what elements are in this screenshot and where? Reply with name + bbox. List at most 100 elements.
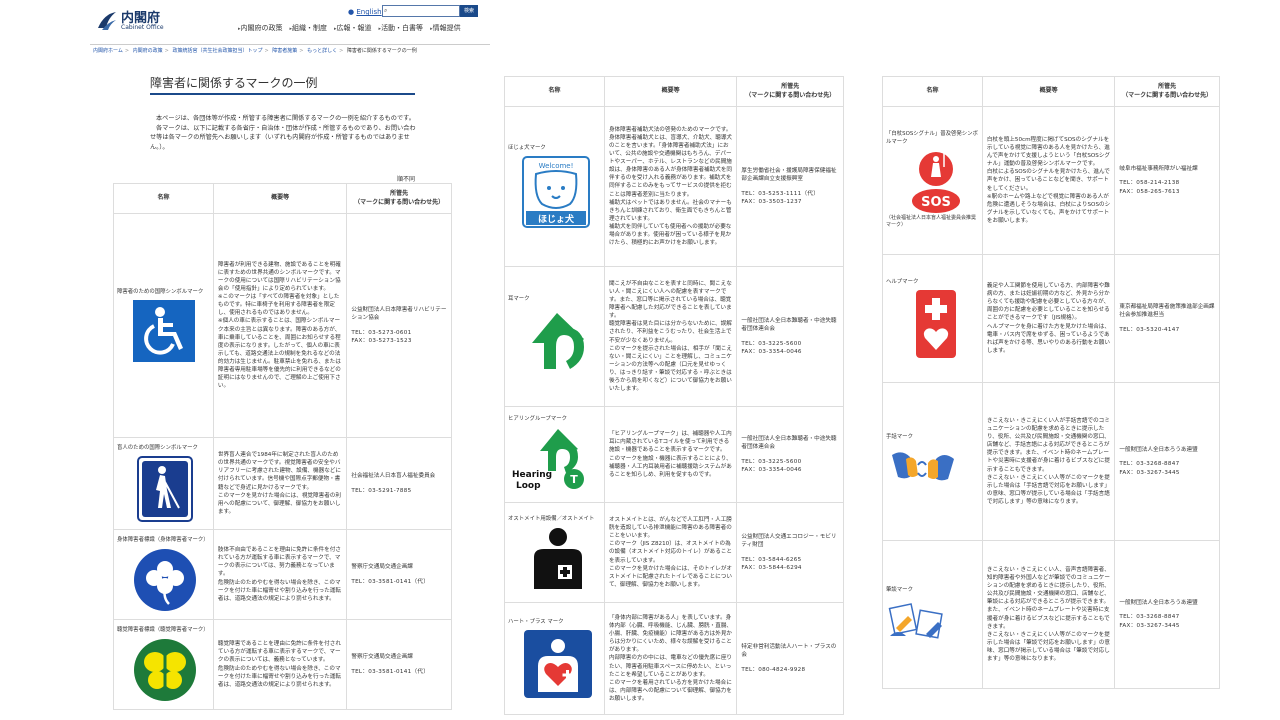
mark-desc: オストメイトとは、がんなどで人工肛門・人工膀胱を造設している排泄機能に障害のある… xyxy=(603,502,738,603)
mark-desc: 肢体不自由であることを理由に免許に条件を付されている方が運転する車に表示するマー… xyxy=(212,529,348,620)
mark-cell: 盲人のための国際シンボルマーク xyxy=(113,437,214,530)
cabinet-office-logo[interactable]: 内閣府 Cabinet Office xyxy=(96,10,164,32)
mark-name: 「白杖SOSシグナル」普及啓発シンボルマーク xyxy=(886,131,978,146)
table-row: オストメイト用設備／オストメイト オストメイトとは、がんなどで人工肛門・人工膀胱… xyxy=(504,502,844,603)
intro-paragraph-2: 各マークは、以下に記載する各省庁・自治体・団体が作成・所管するものであり、お問い… xyxy=(150,124,416,151)
breadcrumb-shogaisha[interactable]: 障害者施策 xyxy=(272,48,297,54)
contact-tel: TEL：03-3225-5600 xyxy=(741,458,802,465)
dog-mark-label-top: Welcome! xyxy=(539,162,574,170)
mark-desc: 世界盲人連合で1984年に制定された盲人のための世界共通のマークです。視覚障害者… xyxy=(212,437,348,530)
title-underline xyxy=(150,93,415,95)
contact-tel: TEL：03-3268-8847 xyxy=(1119,461,1180,468)
mark-contact: 一般社団法人全日本難聴者・中途失聴者団体連合会 TEL：03-3225-5600… xyxy=(736,406,844,503)
logo-title: 内閣府 xyxy=(121,10,161,26)
logo-subtitle: Cabinet Office xyxy=(121,23,164,31)
contact-org: 社会福祉法人日本盲人福祉委員会 xyxy=(351,473,436,480)
english-link[interactable]: ● English xyxy=(348,8,382,16)
help-mark-icon xyxy=(916,290,956,359)
contact-fax: FAX：03-5273-1523 xyxy=(351,337,412,344)
contact-org: 公益財団法人日本障害者リハビリテーション協会 xyxy=(351,307,447,322)
table-header-row: 名称 概要等 所管先 （マークに関する問い合わせ先） xyxy=(882,76,1220,107)
wheelchair-icon xyxy=(133,300,195,363)
mark-name: 盲人のための国際シンボルマーク xyxy=(117,444,198,451)
contact-org: 一般社団法人全日本難聴者・中途失聴者団体連合会 xyxy=(741,318,837,333)
table-header-row: 名称 概要等 所管先 （マークに関する問い合わせ先） xyxy=(504,76,844,107)
table-row: 「白杖SOSシグナル」普及啓発シンボルマーク SOS （社会福祉法人日本盲人福祉… xyxy=(882,106,1220,255)
contact-org: 一般財団法人全日本ろうあ連盟 xyxy=(1119,447,1198,454)
table-row: ヘルプマーク 義足や人工関節を使用している方、内部障害や難病の方、または妊娠初期… xyxy=(882,254,1220,383)
search-button[interactable]: 検索 xyxy=(460,5,478,17)
mark-contact: 一般財団法人全日本ろうあ連盟 TEL：03-3268-8847 FAX：03-3… xyxy=(1114,382,1220,541)
mark-name: ヘルプマーク xyxy=(886,278,919,285)
contact-tel: TEL：03-5291-7885 xyxy=(351,487,412,494)
nav-item-press[interactable]: ▸広報・報道 xyxy=(334,23,372,33)
contact-tel: TEL：058-214-2138 xyxy=(1119,180,1180,187)
writing-communication-icon xyxy=(888,603,943,640)
breadcrumb-more[interactable]: もっと詳しく xyxy=(307,48,337,54)
nav-item-information[interactable]: ▸情報提供 xyxy=(430,23,461,33)
mark-cell: ヒアリングループマーク T Hearing Loop xyxy=(504,406,605,503)
mark-contact: 岐阜市福祉事務所障がい福祉課 TEL：058-214-2138 FAX：058-… xyxy=(1114,106,1220,255)
contact-tel: TEL：080-4824-9928 xyxy=(741,666,806,673)
mark-contact: 警察庁交通局交通企画課 TEL：03-3581-0141（代） xyxy=(346,619,452,710)
header-desc: 概要等 xyxy=(212,183,348,214)
breadcrumb-home[interactable]: 内閣府ホーム xyxy=(93,48,123,54)
logo-mark-icon xyxy=(98,12,116,30)
mark-desc: 身体障害者補助犬法の啓発のためのマークです。 身体障害者補助犬とは、盲導犬、介助… xyxy=(603,106,738,267)
nav-item-policy[interactable]: ▸内閣府の政策 xyxy=(238,23,283,33)
contact-tel: TEL：03-5844-6265 xyxy=(741,556,802,563)
dog-face-icon: Welcome! ほじょ犬 xyxy=(522,156,590,229)
blind-person-icon xyxy=(137,456,193,523)
ostomate-icon xyxy=(534,528,582,590)
contact-org: 一般財団法人全日本ろうあ連盟 xyxy=(1119,600,1198,607)
mark-desc: 聴覚障害であることを理由に免許に条件を付されている方が運転する車に表示するマーク… xyxy=(212,619,348,710)
mark-name: 手話マーク xyxy=(886,433,913,440)
contact-tel: TEL：03-3581-0141（代） xyxy=(351,578,430,585)
mark-desc: 義足や人工関節を使用している方、内部障害や難病の方、または妊娠初期の方など、外見… xyxy=(981,254,1116,383)
contact-tel: TEL：03-5273-0601 xyxy=(351,329,412,336)
contact-org: 警察庁交通局交通企画課 xyxy=(351,654,413,661)
mark-cell: ハート・プラス マーク xyxy=(504,602,605,715)
contact-fax: FAX：03-3503-1237 xyxy=(741,198,802,205)
table-row: 手話マーク きこえない・きこえにくい人が手話言語でのコミュニケーションの配慮を求… xyxy=(882,382,1220,541)
mark-contact: 東京都福祉局障害者施策推進部企画課社会参加推進担当 TEL：03-5320-41… xyxy=(1114,254,1220,383)
nav-item-organization[interactable]: ▸組織・制度 xyxy=(290,23,328,33)
heart-plus-icon xyxy=(524,630,592,699)
mark-desc: 「ヒアリングループマーク」は、補聴器や人工内耳に内蔵されているTコイルを使って利… xyxy=(603,406,738,503)
contact-tel: TEL：03-5253-1111（代） xyxy=(741,190,820,197)
header-desc: 概要等 xyxy=(981,76,1116,107)
table-row: ほじょ犬マーク Welcome! ほじょ犬 身体障害者補助犬法の啓発のためのマー… xyxy=(504,106,844,267)
contact-tel: TEL：03-3225-5600 xyxy=(741,340,802,347)
contact-org: 東京都福祉局障害者施策推進部企画課社会参加推進担当 xyxy=(1119,304,1215,319)
mark-name: ヒアリングループマーク xyxy=(508,415,567,422)
butterfly-icon xyxy=(134,639,196,702)
contact-tel: TEL：03-5320-4147 xyxy=(1119,326,1180,333)
mark-contact: 警察庁交通局交通企画課 TEL：03-3581-0141（代） xyxy=(346,529,452,620)
mark-cell: 聴覚障害者標識（聴覚障害者マーク） xyxy=(113,619,214,710)
breadcrumb-policy[interactable]: 内閣府の政策 xyxy=(133,48,163,54)
svg-text:T: T xyxy=(570,473,578,486)
header-contact: 所管先 （マークに関する問い合わせ先） xyxy=(1114,76,1220,107)
nav-item-activities[interactable]: ▸活動・白書等 xyxy=(379,23,424,33)
table-row: 聴覚障害者標識（聴覚障害者マーク） 聴覚障害であることを理由に免許に条件を付され… xyxy=(113,619,452,710)
contact-tel: TEL：03-3581-0141（代） xyxy=(351,668,430,675)
mark-name: 耳マーク xyxy=(508,295,530,302)
sos-label: SOS xyxy=(921,195,951,210)
mark-cell: 耳マーク xyxy=(504,266,605,407)
mark-cell: ヘルプマーク xyxy=(882,254,983,383)
mark-contact: 社会福祉法人日本盲人福祉委員会 TEL：03-5291-7885 xyxy=(346,437,452,530)
mark-contact: 厚生労働省社会・援護局障害保健福祉部企画課自立支援振興室 TEL：03-5253… xyxy=(736,106,844,267)
contact-org: 警察庁交通局交通企画課 xyxy=(351,564,413,571)
white-cane-sos-icon: SOS xyxy=(912,152,960,214)
english-link-label[interactable]: English xyxy=(356,8,381,16)
table-row: 障害者のための国際シンボルマーク 障害者が利用できる建物、施設であることを明確に… xyxy=(113,213,452,438)
contact-fax: FAX：03-3354-0046 xyxy=(741,348,802,355)
mark-name: ほじょ犬マーク xyxy=(508,144,546,151)
mark-sub: （社会福祉法人日本盲人福祉委員会推奨マーク） xyxy=(886,215,977,229)
mark-cell: オストメイト用設備／オストメイト xyxy=(504,502,605,603)
svg-text:Loop: Loop xyxy=(516,481,541,491)
breadcrumb-kyosei[interactable]: 政策統括官（共生社会政策担当）トップ xyxy=(172,48,262,54)
search-input[interactable] xyxy=(382,5,460,17)
mark-name: ハート・プラス マーク xyxy=(508,618,564,625)
table-row: ハート・プラス マーク 「身体内部に障害がある人」を表しています。身体内部（心臓… xyxy=(504,602,844,715)
